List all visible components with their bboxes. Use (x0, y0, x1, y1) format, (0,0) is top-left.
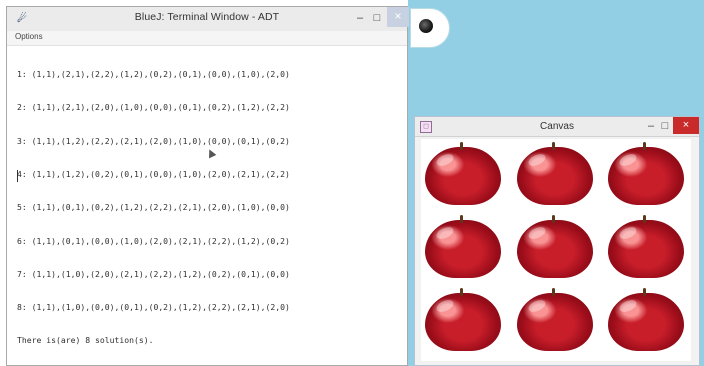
minimize-button[interactable]: – (352, 11, 368, 25)
terminal-titlebar[interactable]: ☄ BlueJ: Terminal Window - ADT – □ × (7, 7, 409, 32)
output-line: 2: (1,1),(2,1),(2,0),(1,0),(0,0),(0,1),(… (17, 102, 290, 113)
canvas-window: ◻ Canvas – □ × (414, 116, 700, 366)
maximize-button[interactable]: □ (369, 11, 385, 25)
canvas-minimize-button[interactable]: – (644, 120, 658, 132)
apple-icon (605, 141, 687, 207)
output-summary: There is(are) 8 solution(s). (17, 335, 154, 346)
apple-icon (514, 141, 596, 207)
apple-icon (605, 287, 687, 353)
app-dot-icon[interactable] (419, 19, 433, 33)
canvas-close-button[interactable]: × (673, 117, 699, 134)
apple-icon (605, 214, 687, 280)
terminal-window: ☄ BlueJ: Terminal Window - ADT – □ × Opt… (6, 6, 409, 366)
canvas-maximize-button[interactable]: □ (658, 120, 672, 132)
apple-icon (422, 287, 504, 353)
apple-icon (514, 287, 596, 353)
canvas-titlebar[interactable]: ◻ Canvas – □ × (415, 117, 699, 137)
apple-icon (422, 214, 504, 280)
terminal-output[interactable]: 1: (1,1),(2,1),(2,2),(1,2),(0,2),(0,1),(… (17, 47, 402, 359)
output-line: 3: (1,1),(1,2),(2,2),(2,1),(2,0),(1,0),(… (17, 135, 290, 146)
output-line: 8: (1,1),(1,0),(0,0),(0,1),(0,2),(1,2),(… (17, 302, 290, 313)
text-caret (17, 170, 18, 182)
canvas-drawing-area[interactable] (421, 139, 691, 361)
menu-options[interactable]: Options (15, 32, 43, 41)
close-button[interactable]: × (387, 7, 409, 27)
output-line: 7: (1,1),(1,0),(2,0),(2,1),(2,2),(1,2),(… (17, 268, 290, 279)
terminal-window-title: BlueJ: Terminal Window - ADT (134, 11, 280, 23)
output-line: 6: (1,1),(0,1),(0,0),(1,0),(2,0),(2,1),(… (17, 235, 290, 246)
taskbar-pod[interactable] (410, 8, 450, 48)
apple-icon (514, 214, 596, 280)
output-line: 1: (1,1),(2,1),(2,2),(1,2),(0,2),(0,1),(… (17, 69, 290, 80)
apple-icon (422, 141, 504, 207)
output-line: 4: (1,1),(1,2),(0,2),(0,1),(0,0),(1,0),(… (17, 169, 290, 180)
output-line: 5: (1,1),(0,1),(0,2),(1,2),(2,2),(2,1),(… (17, 202, 290, 213)
terminal-menubar: Options (7, 31, 407, 46)
